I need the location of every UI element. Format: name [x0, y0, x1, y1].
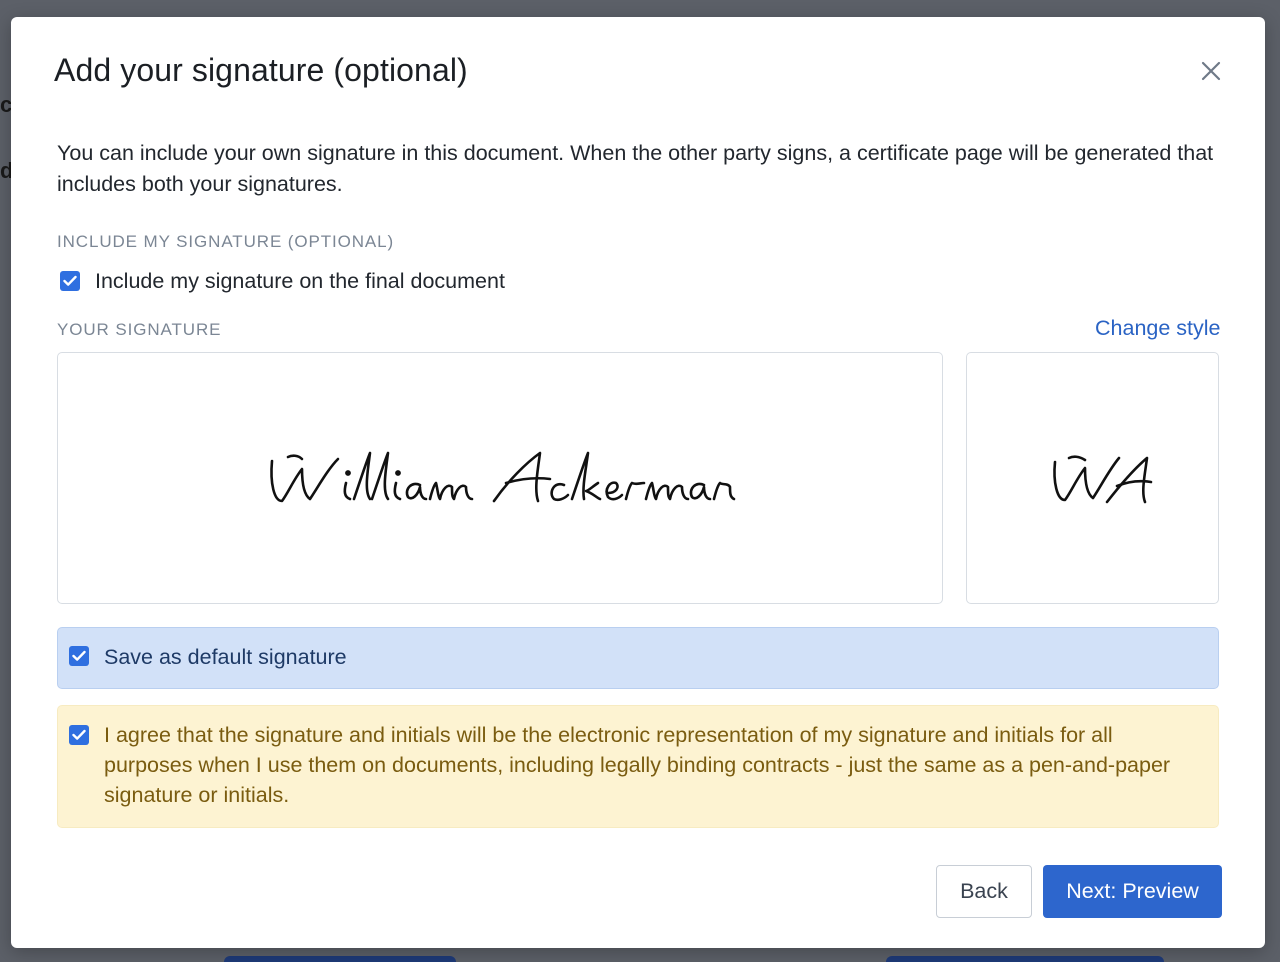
include-signature-checkbox[interactable]: [60, 271, 80, 291]
close-button[interactable]: [1197, 57, 1225, 85]
full-signature: [270, 451, 736, 503]
signature-dialog: Add your signature (optional) You can in…: [11, 17, 1265, 948]
check-icon: [72, 650, 86, 661]
initials-box[interactable]: [966, 352, 1219, 604]
background-button: [886, 956, 1164, 962]
check-icon: [63, 275, 77, 286]
save-default-notice: Save as default signature: [57, 627, 1219, 689]
full-signature-box[interactable]: [57, 352, 943, 604]
include-signature-label: Include my signature on the final docume…: [95, 269, 505, 293]
check-icon: [72, 729, 86, 740]
agreement-notice: I agree that the signature and initials …: [57, 705, 1219, 828]
change-style-link[interactable]: Change style: [1095, 316, 1221, 341]
initials-signature: [1053, 455, 1153, 504]
save-default-checkbox[interactable]: [69, 646, 89, 666]
dialog-intro: You can include your own signature in th…: [57, 141, 1214, 196]
signature-section-label: YOUR SIGNATURE: [57, 320, 222, 339]
include-section-label: INCLUDE MY SIGNATURE (OPTIONAL): [57, 232, 395, 251]
dialog-title: Add your signature (optional): [54, 52, 468, 88]
save-default-label: Save as default signature: [104, 645, 347, 669]
agreement-text: I agree that the signature and initials …: [104, 723, 1171, 807]
close-icon: [1201, 61, 1221, 81]
background-button: [224, 956, 456, 962]
next-preview-button[interactable]: Next: Preview: [1043, 865, 1222, 918]
back-button[interactable]: Back: [936, 865, 1032, 918]
agreement-checkbox[interactable]: [69, 725, 89, 745]
